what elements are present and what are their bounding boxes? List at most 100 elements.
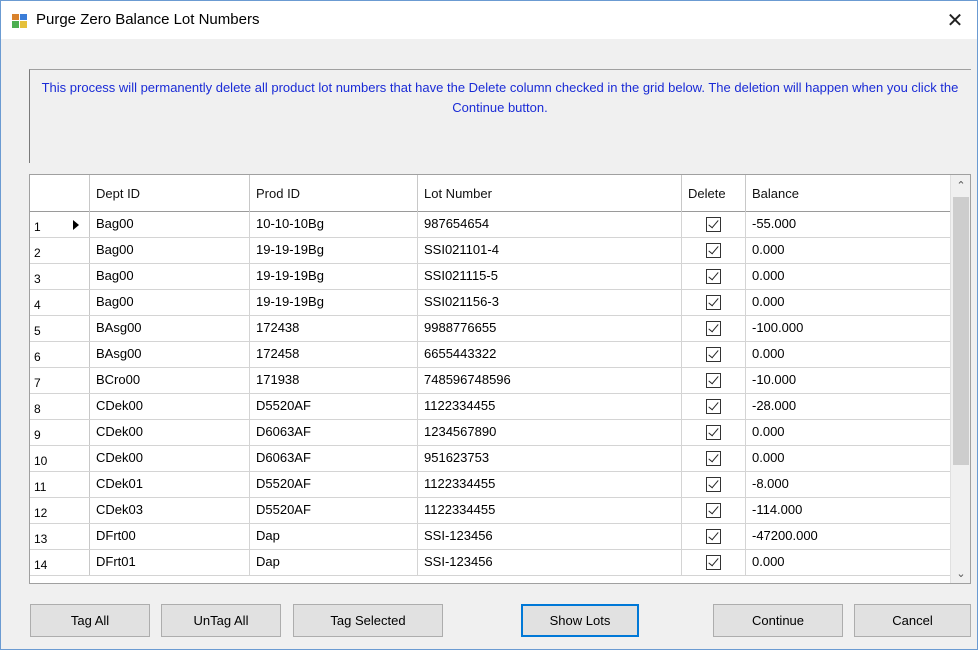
- table-row[interactable]: 1 Bag00 10-10-10Bg 987654654 -55.000: [30, 212, 951, 238]
- table-row[interactable]: 11 CDek01 D5520AF 1122334455 -8.000: [30, 472, 951, 498]
- table-row[interactable]: 10 CDek00 D6063AF 951623753 0.000: [30, 446, 951, 472]
- cell-prod-id[interactable]: 172458: [250, 342, 418, 367]
- cell-delete[interactable]: [682, 524, 746, 549]
- cell-balance[interactable]: 0.000: [746, 446, 951, 471]
- header-balance[interactable]: Balance: [746, 175, 951, 212]
- cell-dept-id[interactable]: Bag00: [90, 264, 250, 289]
- cell-lot-number[interactable]: 1122334455: [418, 472, 682, 497]
- cell-prod-id[interactable]: 19-19-19Bg: [250, 264, 418, 289]
- cell-balance[interactable]: -28.000: [746, 394, 951, 419]
- row-header[interactable]: 5: [30, 316, 90, 341]
- scroll-up-icon[interactable]: ⌃: [951, 175, 970, 195]
- delete-checkbox[interactable]: [706, 347, 721, 362]
- delete-checkbox[interactable]: [706, 451, 721, 466]
- cell-balance[interactable]: 0.000: [746, 342, 951, 367]
- cell-balance[interactable]: -47200.000: [746, 524, 951, 549]
- untag-all-button[interactable]: UnTag All: [161, 604, 281, 637]
- close-icon[interactable]: ✕: [933, 1, 977, 39]
- table-row[interactable]: 5 BAsg00 172438 9988776655 -100.000: [30, 316, 951, 342]
- row-header[interactable]: 2: [30, 238, 90, 263]
- cell-lot-number[interactable]: 987654654: [418, 212, 682, 237]
- cell-delete[interactable]: [682, 316, 746, 341]
- cell-dept-id[interactable]: BCro00: [90, 368, 250, 393]
- cell-prod-id[interactable]: D6063AF: [250, 446, 418, 471]
- delete-checkbox[interactable]: [706, 243, 721, 258]
- cell-balance[interactable]: 0.000: [746, 290, 951, 315]
- table-row[interactable]: 8 CDek00 D5520AF 1122334455 -28.000: [30, 394, 951, 420]
- continue-button[interactable]: Continue: [713, 604, 843, 637]
- tag-all-button[interactable]: Tag All: [30, 604, 150, 637]
- cell-dept-id[interactable]: CDek00: [90, 446, 250, 471]
- tag-selected-button[interactable]: Tag Selected: [293, 604, 443, 637]
- cell-prod-id[interactable]: Dap: [250, 524, 418, 549]
- row-header[interactable]: 11: [30, 472, 90, 497]
- cell-delete[interactable]: [682, 394, 746, 419]
- table-row[interactable]: 14 DFrt01 Dap SSI-123456 0.000: [30, 550, 951, 576]
- cell-delete[interactable]: [682, 290, 746, 315]
- cell-prod-id[interactable]: 172438: [250, 316, 418, 341]
- cell-delete[interactable]: [682, 420, 746, 445]
- row-header[interactable]: 9: [30, 420, 90, 445]
- cancel-button[interactable]: Cancel: [854, 604, 971, 637]
- cell-dept-id[interactable]: Bag00: [90, 290, 250, 315]
- row-header[interactable]: 4: [30, 290, 90, 315]
- delete-checkbox[interactable]: [706, 477, 721, 492]
- delete-checkbox[interactable]: [706, 321, 721, 336]
- cell-delete[interactable]: [682, 238, 746, 263]
- scroll-down-icon[interactable]: ⌄: [951, 563, 970, 583]
- cell-prod-id[interactable]: D6063AF: [250, 420, 418, 445]
- cell-delete[interactable]: [682, 472, 746, 497]
- delete-checkbox[interactable]: [706, 503, 721, 518]
- cell-prod-id[interactable]: 19-19-19Bg: [250, 238, 418, 263]
- cell-balance[interactable]: -100.000: [746, 316, 951, 341]
- cell-prod-id[interactable]: 19-19-19Bg: [250, 290, 418, 315]
- cell-dept-id[interactable]: CDek00: [90, 394, 250, 419]
- cell-delete[interactable]: [682, 212, 746, 237]
- delete-checkbox[interactable]: [706, 295, 721, 310]
- row-header[interactable]: 13: [30, 524, 90, 549]
- cell-balance[interactable]: 0.000: [746, 264, 951, 289]
- cell-lot-number[interactable]: 6655443322: [418, 342, 682, 367]
- table-row[interactable]: 6 BAsg00 172458 6655443322 0.000: [30, 342, 951, 368]
- delete-checkbox[interactable]: [706, 529, 721, 544]
- cell-balance[interactable]: -55.000: [746, 212, 951, 237]
- table-row[interactable]: 12 CDek03 D5520AF 1122334455 -114.000: [30, 498, 951, 524]
- table-row[interactable]: 3 Bag00 19-19-19Bg SSI021115-5 0.000: [30, 264, 951, 290]
- cell-lot-number[interactable]: SSI-123456: [418, 524, 682, 549]
- delete-checkbox[interactable]: [706, 217, 721, 232]
- table-row[interactable]: 7 BCro00 171938 748596748596 -10.000: [30, 368, 951, 394]
- cell-dept-id[interactable]: CDek03: [90, 498, 250, 523]
- cell-dept-id[interactable]: BAsg00: [90, 316, 250, 341]
- row-header[interactable]: 8: [30, 394, 90, 419]
- cell-lot-number[interactable]: 951623753: [418, 446, 682, 471]
- table-row[interactable]: 9 CDek00 D6063AF 1234567890 0.000: [30, 420, 951, 446]
- cell-lot-number[interactable]: SSI-123456: [418, 550, 682, 575]
- cell-dept-id[interactable]: DFrt01: [90, 550, 250, 575]
- row-header[interactable]: 12: [30, 498, 90, 523]
- row-header[interactable]: 7: [30, 368, 90, 393]
- cell-balance[interactable]: 0.000: [746, 550, 951, 575]
- cell-balance[interactable]: 0.000: [746, 420, 951, 445]
- cell-dept-id[interactable]: CDek00: [90, 420, 250, 445]
- cell-prod-id[interactable]: 10-10-10Bg: [250, 212, 418, 237]
- table-row[interactable]: 13 DFrt00 Dap SSI-123456 -47200.000: [30, 524, 951, 550]
- cell-balance[interactable]: -10.000: [746, 368, 951, 393]
- cell-lot-number[interactable]: SSI021115-5: [418, 264, 682, 289]
- cell-dept-id[interactable]: Bag00: [90, 212, 250, 237]
- cell-balance[interactable]: -8.000: [746, 472, 951, 497]
- delete-checkbox[interactable]: [706, 425, 721, 440]
- cell-delete[interactable]: [682, 550, 746, 575]
- cell-dept-id[interactable]: DFrt00: [90, 524, 250, 549]
- cell-lot-number[interactable]: 1122334455: [418, 498, 682, 523]
- cell-lot-number[interactable]: 9988776655: [418, 316, 682, 341]
- table-row[interactable]: 4 Bag00 19-19-19Bg SSI021156-3 0.000: [30, 290, 951, 316]
- row-header[interactable]: 10: [30, 446, 90, 471]
- row-header[interactable]: 3: [30, 264, 90, 289]
- lot-grid[interactable]: Dept ID Prod ID Lot Number Delete Balanc…: [29, 174, 971, 584]
- cell-lot-number[interactable]: SSI021156-3: [418, 290, 682, 315]
- header-dept-id[interactable]: Dept ID: [90, 175, 250, 212]
- cell-delete[interactable]: [682, 498, 746, 523]
- cell-dept-id[interactable]: Bag00: [90, 238, 250, 263]
- cell-delete[interactable]: [682, 368, 746, 393]
- cell-lot-number[interactable]: 1234567890: [418, 420, 682, 445]
